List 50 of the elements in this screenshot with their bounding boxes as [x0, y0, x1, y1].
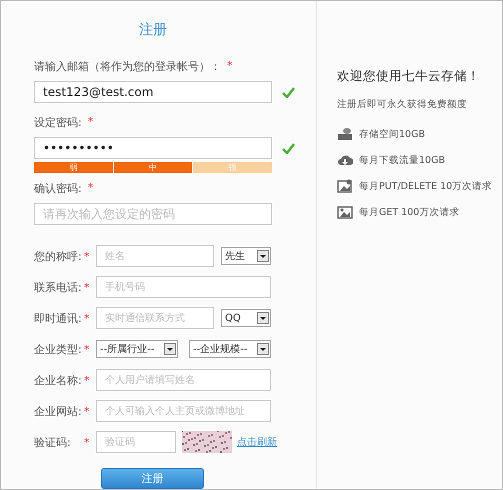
- required-mark: *: [84, 436, 90, 448]
- subtitle: 注册后即可永久获得免费额度: [337, 98, 468, 111]
- field-label: 设定密码:: [34, 115, 82, 131]
- strength-segment: 强: [193, 162, 272, 173]
- dropdown[interactable]: --所属行业--: [96, 340, 178, 358]
- check-icon: [282, 86, 295, 98]
- cloud-download-icon: [337, 153, 353, 167]
- benefit-text: 每月GET 100万次请求: [359, 206, 460, 218]
- text-field[interactable]: 请再次输入您设定的密码: [34, 203, 272, 225]
- dropdown[interactable]: --企业规模--: [189, 340, 271, 358]
- field-label: 确认密码:: [34, 181, 82, 197]
- storage-icon: [337, 127, 353, 141]
- field-label: 即时通讯:: [34, 310, 83, 326]
- field-label: 验证码:: [34, 434, 72, 450]
- benefit-text: 存储空间10GB: [359, 128, 425, 140]
- field-label: 企业名称:: [34, 372, 83, 388]
- password-field[interactable]: ••••••••••: [34, 137, 272, 159]
- text-field[interactable]: 个人可输入个人主页或微博地址: [96, 400, 271, 422]
- field-label: 企业类型:: [34, 342, 83, 356]
- captcha-field[interactable]: 验证码: [96, 431, 176, 453]
- field-label: 联系电话:: [34, 280, 83, 294]
- text-field[interactable]: 实时通信联系方式: [96, 307, 214, 329]
- benefit-text: 每月PUT/DELETE 10万次请求: [359, 180, 492, 192]
- required-mark: *: [84, 312, 90, 324]
- text-field[interactable]: 个人用户请填写姓名: [96, 369, 271, 391]
- required-mark: *: [84, 374, 90, 386]
- text-field[interactable]: 手机号码: [96, 276, 271, 298]
- text-field[interactable]: 姓名: [96, 245, 214, 267]
- page-title: 注册: [138, 21, 168, 39]
- image-icon: [337, 205, 353, 219]
- benefit-text: 每月下载流量10GB: [359, 154, 445, 166]
- field-label: 您的称呼:: [34, 248, 83, 264]
- required-mark: *: [84, 404, 90, 418]
- field-label: 企业网站:: [34, 404, 83, 418]
- dropdown[interactable]: QQ: [221, 309, 271, 327]
- strength-segment: 弱: [34, 162, 113, 173]
- required-mark: *: [227, 59, 232, 74]
- refresh-link[interactable]: 点击刷新: [237, 435, 277, 449]
- required-mark: *: [88, 181, 94, 196]
- field-label: 请输入邮箱（将作为您的登录帐号）：: [34, 59, 221, 75]
- welcome-heading: 欢迎您使用七牛云存储！: [337, 68, 481, 85]
- text-field[interactable]: test123@test.com: [34, 81, 272, 103]
- required-mark: *: [84, 250, 90, 262]
- check-icon: [282, 142, 295, 154]
- dropdown[interactable]: 先生: [221, 247, 271, 265]
- strength-segment: 中: [114, 162, 192, 173]
- picture-frame-icon: [337, 179, 353, 193]
- required-mark: *: [88, 115, 94, 130]
- required-mark: *: [84, 280, 90, 294]
- required-mark: *: [84, 342, 90, 356]
